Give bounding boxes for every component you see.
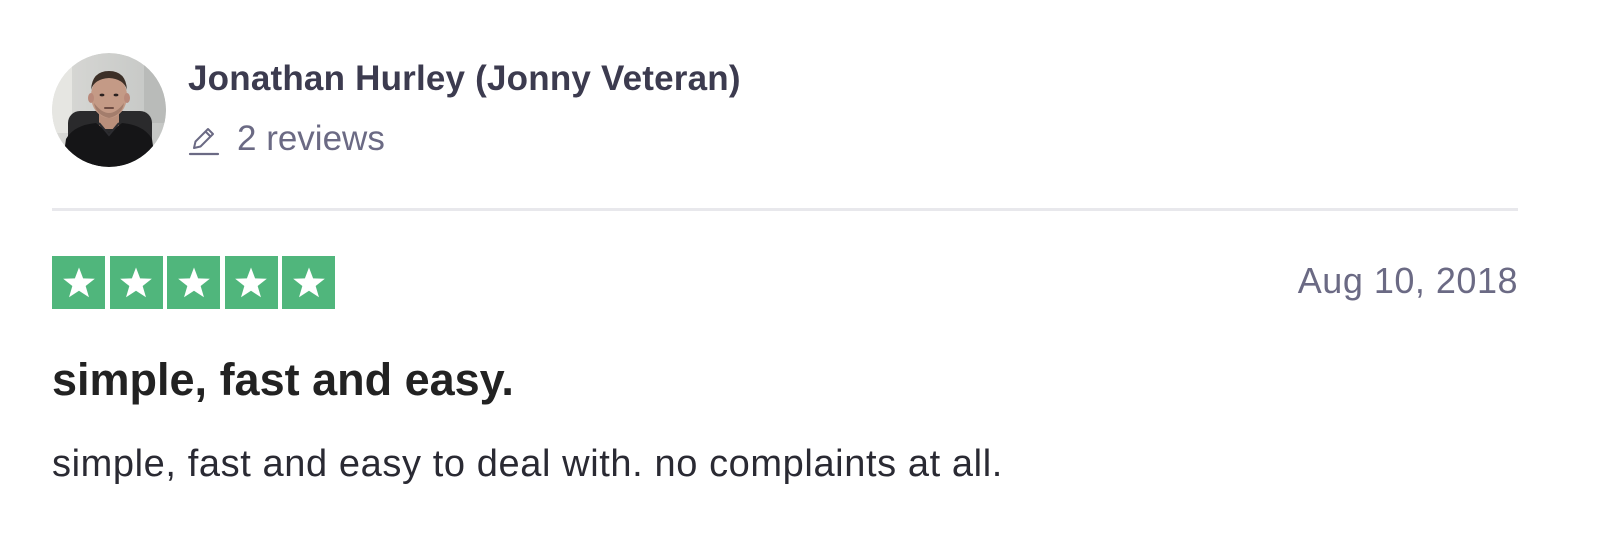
avatar[interactable]	[52, 53, 166, 167]
consumer-name[interactable]: Jonathan Hurley (Jonny Veteran)	[188, 57, 741, 101]
review-body: simple, fast and easy to deal with. no c…	[52, 443, 1003, 485]
divider	[52, 208, 1518, 211]
review-title[interactable]: simple, fast and easy.	[52, 352, 514, 408]
review-date: Aug 10, 2018	[1297, 260, 1518, 301]
consumer-info: Jonathan Hurley (Jonny Veteran) 2 review…	[52, 53, 741, 167]
review-count-label: 2 reviews	[237, 119, 385, 158]
review-card: Jonathan Hurley (Jonny Veteran) 2 review…	[0, 0, 1600, 536]
star-icon	[167, 256, 220, 309]
review-count: 2 reviews	[188, 119, 741, 159]
pencil-icon	[188, 128, 220, 156]
star-icon	[109, 256, 163, 309]
star-rating	[52, 256, 335, 309]
star-icon	[52, 256, 105, 309]
star-icon	[282, 256, 335, 309]
consumer-details: Jonathan Hurley (Jonny Veteran) 2 review…	[188, 53, 741, 159]
star-icon	[224, 256, 278, 309]
